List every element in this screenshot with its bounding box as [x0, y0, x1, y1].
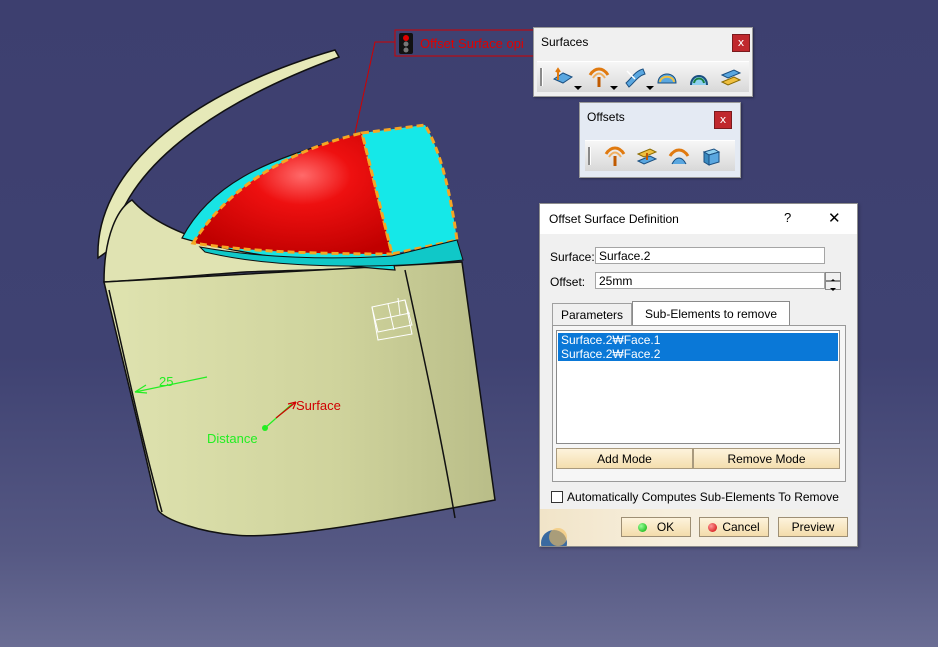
- sub-elements-pane: Surface.2₩Face.1 Surface.2₩Face.2 Add Mo…: [552, 325, 846, 482]
- preview-button[interactable]: Preview: [778, 517, 848, 537]
- ok-status-icon: [637, 523, 647, 532]
- sub-elements-list[interactable]: Surface.2₩Face.1 Surface.2₩Face.2: [556, 330, 840, 444]
- offset-icon[interactable]: [587, 65, 611, 89]
- dialog-titlebar[interactable]: Offset Surface Definition ? ✕: [540, 204, 857, 234]
- extrude-icon[interactable]: [551, 65, 575, 89]
- blend-icon[interactable]: [719, 65, 743, 89]
- toolbar-grip[interactable]: [540, 68, 543, 86]
- surfaces-toolbar-title: Surfaces: [541, 35, 589, 49]
- offset-icon[interactable]: [603, 144, 627, 168]
- tab-sub-elements[interactable]: Sub-Elements to remove: [632, 301, 790, 326]
- dropdown-arrow-icon[interactable]: [646, 86, 654, 90]
- help-button[interactable]: ?: [784, 210, 791, 225]
- offset-spin-up[interactable]: [825, 272, 841, 282]
- list-item[interactable]: Surface.2₩Face.1: [558, 333, 838, 347]
- callout-leader: [354, 41, 395, 134]
- cancel-status-icon: [708, 523, 718, 532]
- tab-parameters[interactable]: Parameters: [552, 303, 632, 325]
- ok-button[interactable]: OK: [621, 517, 691, 537]
- callout-tag[interactable]: Offset Surface opi: [394, 29, 541, 57]
- offset-input[interactable]: 25mm: [595, 272, 825, 289]
- surfaces-toolbar[interactable]: Surfaces x: [533, 27, 753, 97]
- dimension-value[interactable]: 25: [159, 374, 173, 389]
- surfaces-toolbar-body: [537, 61, 749, 92]
- surfaces-toolbar-close-button[interactable]: x: [732, 34, 750, 52]
- surface-field-label: Surface:: [550, 250, 595, 264]
- cancel-button-label: Cancel: [722, 520, 760, 534]
- distance-label: Distance: [207, 431, 258, 446]
- offset-field-label: Offset:: [550, 275, 586, 289]
- globe-icon: [541, 528, 567, 546]
- dropdown-arrow-icon[interactable]: [574, 86, 582, 90]
- thickness-icon[interactable]: [699, 144, 723, 168]
- dialog-title: Offset Surface Definition: [549, 212, 679, 226]
- cancel-button[interactable]: Cancel: [699, 517, 769, 537]
- auto-compute-label[interactable]: Automatically Computes Sub-Elements To R…: [567, 490, 839, 504]
- multi-section-icon[interactable]: [687, 65, 711, 89]
- dialog-button-bar: OK Cancel Preview: [540, 509, 857, 546]
- surface-field[interactable]: Surface.2: [595, 247, 825, 264]
- add-mode-button[interactable]: Add Mode: [556, 448, 693, 469]
- auto-compute-checkbox[interactable]: [551, 491, 563, 503]
- offsets-toolbar-title: Offsets: [587, 110, 625, 124]
- offset-surface-dialog[interactable]: Offset Surface Definition ? ✕ Surface: S…: [539, 203, 858, 547]
- offsets-toolbar[interactable]: Offsets x: [579, 102, 741, 178]
- remove-mode-button[interactable]: Remove Mode: [693, 448, 840, 469]
- callout-text: Offset Surface opi: [420, 36, 524, 51]
- list-item[interactable]: Surface.2₩Face.2: [558, 347, 838, 361]
- toolbar-grip[interactable]: [588, 147, 591, 165]
- chevron-down-icon: [830, 288, 836, 291]
- rough-offset-icon[interactable]: [667, 144, 691, 168]
- dropdown-arrow-icon[interactable]: [610, 86, 618, 90]
- fill-icon[interactable]: [655, 65, 679, 89]
- offset-spin-down[interactable]: [825, 281, 841, 291]
- dialog-close-button[interactable]: ✕: [828, 209, 841, 227]
- variable-offset-icon[interactable]: [635, 144, 659, 168]
- sweep-icon[interactable]: [623, 65, 647, 89]
- offsets-toolbar-close-button[interactable]: x: [714, 111, 732, 129]
- offsets-toolbar-body: [585, 140, 735, 171]
- surface-label: Surface: [296, 398, 341, 413]
- ok-button-label: OK: [656, 520, 675, 534]
